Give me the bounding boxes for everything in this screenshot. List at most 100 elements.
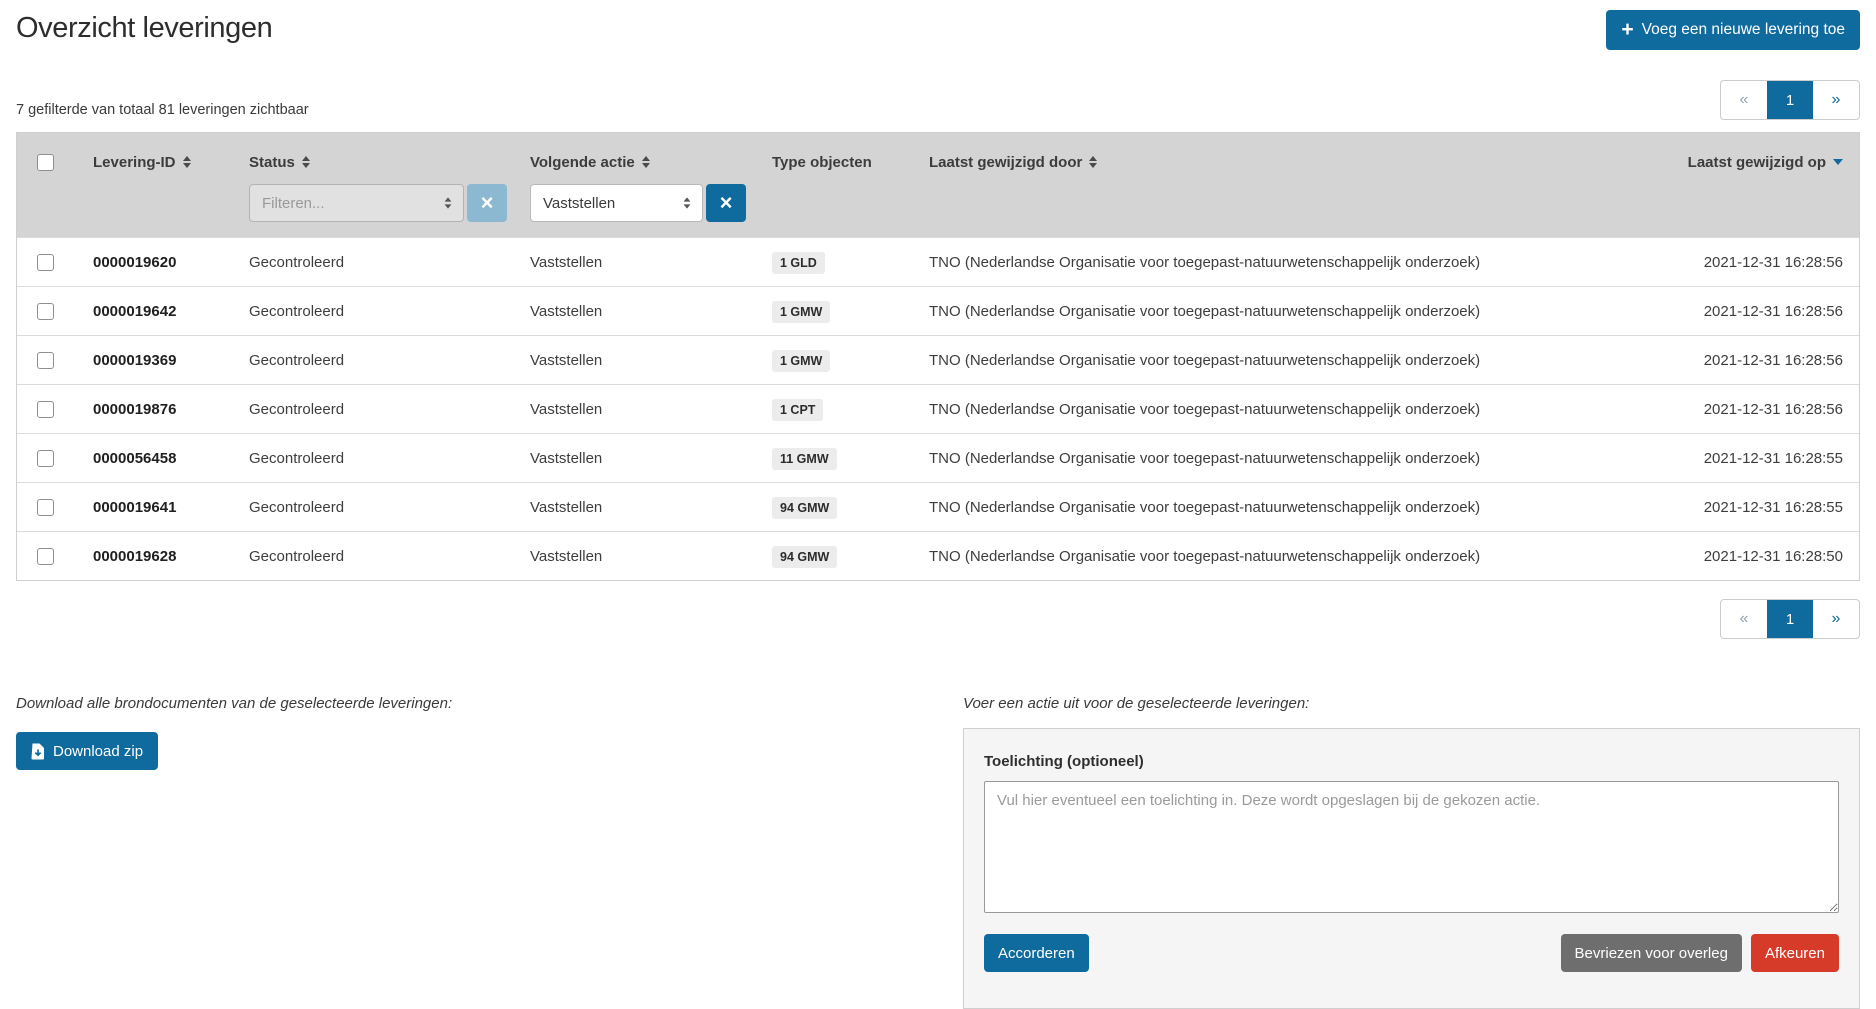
table-header: Levering-ID Status Volgende actie Type o… [17,133,1859,237]
volgende-actie-cell: Vaststellen [530,303,772,320]
select-caret-icon [444,197,452,209]
download-zip-button-label: Download zip [53,743,143,760]
pagination-next-button[interactable]: » [1813,600,1859,638]
bottom-section: Download alle brondocumenten van de gese… [16,695,1860,1009]
table-row[interactable]: 0000019628 Gecontroleerd Vaststellen 94 … [17,531,1859,580]
type-objecten-badge: 11 GMW [772,448,837,470]
row-checkbox[interactable] [37,450,54,467]
status-cell: Gecontroleerd [249,548,530,565]
pagination-bottom: « 1 » [1720,599,1860,639]
status-cell: Gecontroleerd [249,499,530,516]
action-buttons-right-group: Bevriezen voor overleg Afkeuren [1561,934,1839,972]
row-checkbox[interactable] [37,499,54,516]
status-filter-placeholder: Filteren... [262,195,325,212]
sort-descending-icon [1833,159,1843,165]
status-cell: Gecontroleerd [249,401,530,418]
sort-icon [1089,156,1097,168]
accorderen-button[interactable]: Accorderen [984,934,1089,972]
volgende-actie-filter-value: Vaststellen [543,195,615,212]
table-row[interactable]: 0000019876 Gecontroleerd Vaststellen 1 C… [17,384,1859,433]
laatst-gewijzigd-door-cell: TNO (Nederlandse Organisatie voor toegep… [929,450,1480,467]
toelichting-label: Toelichting (optioneel) [984,753,1839,770]
sort-icon [642,156,650,168]
table-row[interactable]: 0000056458 Gecontroleerd Vaststellen 11 … [17,433,1859,482]
afkeuren-button[interactable]: Afkeuren [1751,934,1839,972]
leveringen-table: Levering-ID Status Volgende actie Type o… [16,132,1860,581]
status-cell: Gecontroleerd [249,303,530,320]
column-header-type-objecten: Type objecten [772,154,929,171]
volgende-actie-cell: Vaststellen [530,254,772,271]
laatst-gewijzigd-op-cell: 2021-12-31 16:28:56 [1649,254,1859,271]
laatst-gewijzigd-door-cell: TNO (Nederlandse Organisatie voor toegep… [929,401,1480,418]
page-title: Overzicht leveringen [16,12,272,45]
type-objecten-badge: 94 GMW [772,546,837,568]
laatst-gewijzigd-op-cell: 2021-12-31 16:28:50 [1649,548,1859,565]
row-checkbox[interactable] [37,401,54,418]
status-filter-clear-button[interactable]: × [467,184,507,222]
table-row[interactable]: 0000019642 Gecontroleerd Vaststellen 1 G… [17,286,1859,335]
pagination-top: « 1 » [1720,80,1860,120]
sort-icon [302,156,310,168]
table-row[interactable]: 0000019369 Gecontroleerd Vaststellen 1 G… [17,335,1859,384]
levering-id-cell: 0000019369 [93,352,176,369]
status-filter-select[interactable]: Filteren... [249,184,464,222]
table-row[interactable]: 0000019641 Gecontroleerd Vaststellen 94 … [17,482,1859,531]
pagination-current-page[interactable]: 1 [1767,600,1813,638]
laatst-gewijzigd-door-cell: TNO (Nederlandse Organisatie voor toegep… [929,548,1480,565]
action-section: Voer een actie uit voor de geselecteerde… [963,695,1860,1009]
laatst-gewijzigd-op-cell: 2021-12-31 16:28:56 [1649,401,1859,418]
laatst-gewijzigd-door-cell: TNO (Nederlandse Organisatie voor toegep… [929,303,1480,320]
volgende-actie-cell: Vaststellen [530,548,772,565]
add-delivery-button-label: Voeg een nieuwe levering toe [1642,21,1845,39]
filter-summary: 7 gefilterde van totaal 81 leveringen zi… [16,102,309,120]
bottom-pagination-wrap: « 1 » [16,599,1860,639]
sort-icon [183,156,191,168]
clear-x-icon: × [720,192,733,214]
levering-id-cell: 0000019628 [93,548,176,565]
row-checkbox[interactable] [37,352,54,369]
column-header-laatst-gewijzigd-door[interactable]: Laatst gewijzigd door [929,154,1649,171]
status-cell: Gecontroleerd [249,254,530,271]
select-all-checkbox[interactable] [37,154,54,171]
column-header-levering-id[interactable]: Levering-ID [93,154,249,171]
topbar: Overzicht leveringen + Voeg een nieuwe l… [16,10,1860,50]
row-checkbox[interactable] [37,303,54,320]
levering-id-cell: 0000019876 [93,401,176,418]
download-zip-button[interactable]: Download zip [16,732,158,770]
status-cell: Gecontroleerd [249,352,530,369]
select-caret-icon [683,197,691,209]
table-row[interactable]: 0000019620 Gecontroleerd Vaststellen 1 G… [17,237,1859,286]
add-delivery-button[interactable]: + Voeg een nieuwe levering toe [1606,10,1860,50]
levering-id-cell: 0000056458 [93,450,176,467]
pagination-prev-button[interactable]: « [1721,600,1767,638]
filter-row: Filteren... × Vaststellen × [17,183,1859,223]
laatst-gewijzigd-op-cell: 2021-12-31 16:28:56 [1649,303,1859,320]
pagination-next-button[interactable]: » [1813,81,1859,119]
levering-id-cell: 0000019642 [93,303,176,320]
plus-icon: + [1621,19,1633,40]
action-panel: Toelichting (optioneel) Accorderen Bevri… [963,728,1860,1009]
volgende-actie-filter-clear-button[interactable]: × [706,184,746,222]
column-header-laatst-gewijzigd-op[interactable]: Laatst gewijzigd op [1649,154,1859,171]
levering-id-cell: 0000019641 [93,499,176,516]
toelichting-textarea[interactable] [984,781,1839,913]
column-header-status[interactable]: Status [249,154,530,171]
row-checkbox[interactable] [37,548,54,565]
action-buttons-row: Accorderen Bevriezen voor overleg Afkeur… [984,934,1839,972]
volgende-actie-cell: Vaststellen [530,352,772,369]
pagination-prev-button[interactable]: « [1721,81,1767,119]
table-body: 0000019620 Gecontroleerd Vaststellen 1 G… [17,237,1859,580]
column-header-volgende-actie[interactable]: Volgende actie [530,154,772,171]
bevriezen-voor-overleg-button[interactable]: Bevriezen voor overleg [1561,934,1742,972]
type-objecten-badge: 1 GMW [772,350,830,372]
pagination-current-page[interactable]: 1 [1767,81,1813,119]
status-cell: Gecontroleerd [249,450,530,467]
row-checkbox[interactable] [37,254,54,271]
download-zip-icon [31,743,45,760]
volgende-actie-cell: Vaststellen [530,401,772,418]
type-objecten-badge: 1 GMW [772,301,830,323]
laatst-gewijzigd-op-cell: 2021-12-31 16:28:56 [1649,352,1859,369]
volgende-actie-cell: Vaststellen [530,450,772,467]
action-section-label: Voer een actie uit voor de geselecteerde… [963,695,1860,712]
volgende-actie-filter-select[interactable]: Vaststellen [530,184,703,222]
